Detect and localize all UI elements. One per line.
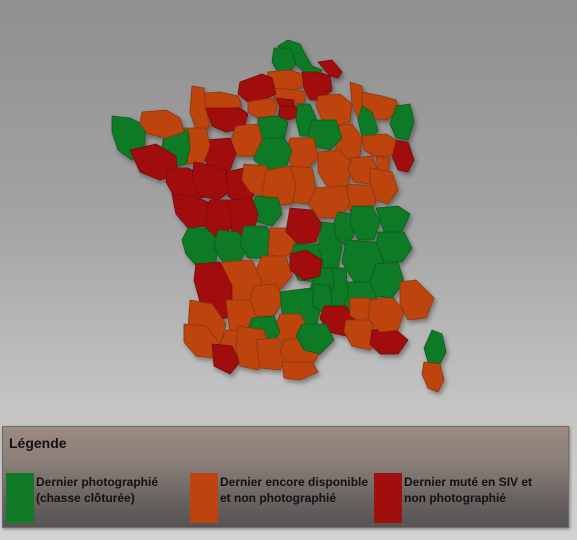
- departement-2A[interactable]: [421, 361, 445, 393]
- legend-label-available: Dernier encore disponible et non photogr…: [220, 475, 369, 505]
- legend-swatch-orange: [190, 473, 218, 523]
- departement-22[interactable]: [139, 109, 185, 139]
- departements-svg: [111, 39, 447, 393]
- departement-06[interactable]: [399, 279, 435, 321]
- legend-swatch-green: [6, 473, 34, 523]
- france-map: [0, 0, 577, 420]
- departement-05[interactable]: [369, 261, 405, 299]
- legend-label-siv: Dernier muté en SIV et non photographié: [404, 475, 533, 505]
- legend-swatch-red: [374, 473, 402, 523]
- departement-27[interactable]: [247, 97, 279, 119]
- departement-2B[interactable]: [423, 329, 447, 365]
- legend-panel: Légende Dernier photographié (chasse clô…: [2, 426, 569, 528]
- legend-item-photographed: Dernier photographié (chasse clôturée): [6, 473, 186, 525]
- legend-item-available: Dernier encore disponible et non photogr…: [190, 473, 370, 525]
- departement-68[interactable]: [391, 139, 415, 173]
- departement-88[interactable]: [361, 133, 397, 157]
- departement-74[interactable]: [375, 205, 411, 233]
- departement-83[interactable]: [369, 327, 409, 355]
- legend-item-siv: Dernier muté en SIV et non photographié: [374, 473, 554, 525]
- legend-title: Légende: [9, 435, 67, 451]
- departement-85[interactable]: [171, 193, 209, 229]
- legend-label-photographed: Dernier photographié (chasse clôturée): [36, 475, 159, 505]
- departement-66[interactable]: [281, 361, 319, 381]
- departement-01[interactable]: [349, 205, 381, 241]
